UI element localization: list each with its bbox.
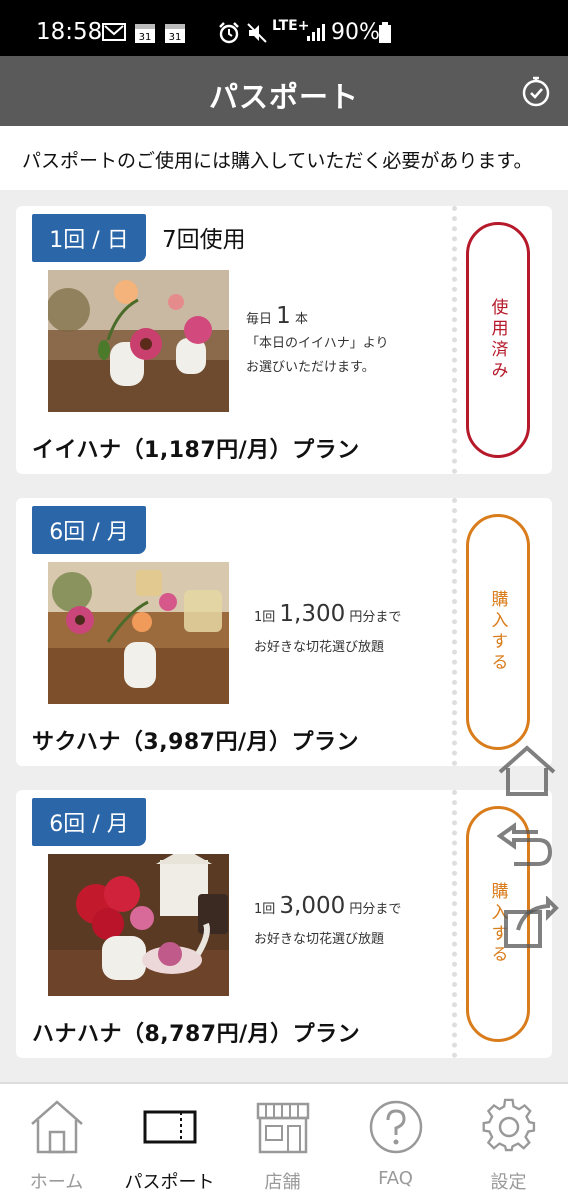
calendar-icon: 31	[165, 24, 185, 43]
mute-icon	[247, 23, 267, 43]
status-bar: 18:58 31 31 LTE+ 90%	[0, 0, 568, 56]
desc-line: お好きな切花選び放題	[254, 932, 385, 947]
plan-name: ハナハナ（8,787円/月）プラン	[32, 1022, 361, 1047]
desc-line: お好きな切花選び放題	[254, 640, 385, 655]
home-icon	[31, 1100, 83, 1154]
back-icon[interactable]	[494, 822, 560, 876]
desc-value: 3,000	[279, 893, 346, 919]
card-perforation	[452, 206, 457, 474]
action-label: 購入する	[487, 590, 508, 674]
nav-label: 店舗	[264, 1172, 301, 1193]
share-icon[interactable]	[494, 896, 560, 950]
desc-value: 1	[276, 303, 291, 329]
plan-description: 毎日 1 本 「本日のイイハナ」より お選びいただけます。	[246, 304, 388, 380]
plan-card: 6回 / 月 1回 3,000 円分まで お好きな切花選び放題 ハナハナ（8,7…	[16, 790, 552, 1058]
desc-line: 「本日のイイハナ」より	[246, 336, 389, 351]
plan-photo	[48, 854, 229, 996]
alarm-icon	[219, 22, 239, 44]
svg-text:31: 31	[139, 32, 152, 43]
plan-name: イイハナ（1,187円/月）プラン	[32, 438, 360, 463]
calendar-icon: 31	[135, 24, 155, 43]
desc-suffix: 円分まで	[349, 902, 402, 917]
action-label: 使用済み	[487, 298, 508, 382]
frequency-badge: 6回 / 月	[32, 506, 146, 554]
purchase-button[interactable]: 購入する	[466, 514, 530, 750]
question-icon	[369, 1100, 423, 1154]
nav-item-store[interactable]: 店舗	[226, 1084, 339, 1200]
status-time: 18:58	[36, 19, 103, 45]
desc-prefix: 毎日	[246, 312, 273, 327]
notice-text: パスポートのご使用には購入していただく必要があります。	[22, 150, 533, 172]
plan-card: 6回 / 月 1回 1,300 円分まで お好きな切花選び放題 サクハナ（3,9…	[16, 498, 552, 766]
nav-item-home[interactable]: ホーム	[0, 1084, 113, 1200]
nav-label: パスポート	[124, 1172, 215, 1193]
nav-item-passport[interactable]: パスポート	[113, 1084, 226, 1200]
desc-prefix: 1回	[254, 902, 276, 917]
plan-description: 1回 1,300 円分まで お好きな切花選び放題	[254, 602, 401, 660]
purchase-notice: パスポートのご使用には購入していただく必要があります。	[0, 126, 568, 190]
store-icon	[256, 1102, 310, 1154]
nav-label: ホーム	[29, 1172, 84, 1193]
desc-line: お選びいただけます。	[246, 360, 375, 375]
plan-card: 1回 / 日 7回使用 毎日 1 本 「本日のイイハナ」より お選びいただけます…	[16, 206, 552, 474]
mail-icon	[102, 23, 126, 41]
nav-item-settings[interactable]: 設定	[452, 1084, 565, 1200]
desc-suffix: 円分まで	[349, 610, 402, 625]
plan-name: サクハナ（3,987円/月）プラン	[32, 730, 360, 755]
app-header: パスポート	[0, 56, 568, 126]
frequency-badge: 1回 / 日	[32, 214, 146, 262]
card-perforation	[452, 790, 457, 1058]
battery-icon	[379, 22, 391, 43]
battery-percent: 90%	[331, 20, 380, 45]
desc-prefix: 1回	[254, 610, 276, 625]
card-perforation	[452, 498, 457, 766]
plan-photo	[48, 562, 229, 704]
nav-item-faq[interactable]: FAQ	[339, 1084, 452, 1200]
timer-icon[interactable]	[520, 76, 552, 108]
nav-label: FAQ	[378, 1168, 413, 1189]
network-type: LTE+	[272, 18, 310, 34]
page-title: パスポート	[208, 80, 359, 114]
frequency-badge: 6回 / 月	[32, 798, 146, 846]
nav-label: 設定	[490, 1172, 527, 1193]
plan-photo	[48, 270, 229, 412]
desc-value: 1,300	[279, 601, 346, 627]
home-icon[interactable]	[494, 744, 560, 798]
desc-suffix: 本	[294, 312, 308, 327]
plan-description: 1回 3,000 円分まで お好きな切花選び放題	[254, 894, 401, 952]
used-status-button[interactable]: 使用済み	[466, 222, 530, 458]
gear-icon	[482, 1098, 536, 1152]
usage-count: 7回使用	[162, 227, 246, 253]
ticket-icon	[143, 1110, 197, 1144]
svg-text:31: 31	[169, 32, 182, 43]
signal-icon	[307, 24, 325, 41]
bottom-navigation: ホーム パスポート 店舗 FAQ 設定	[0, 1082, 568, 1200]
